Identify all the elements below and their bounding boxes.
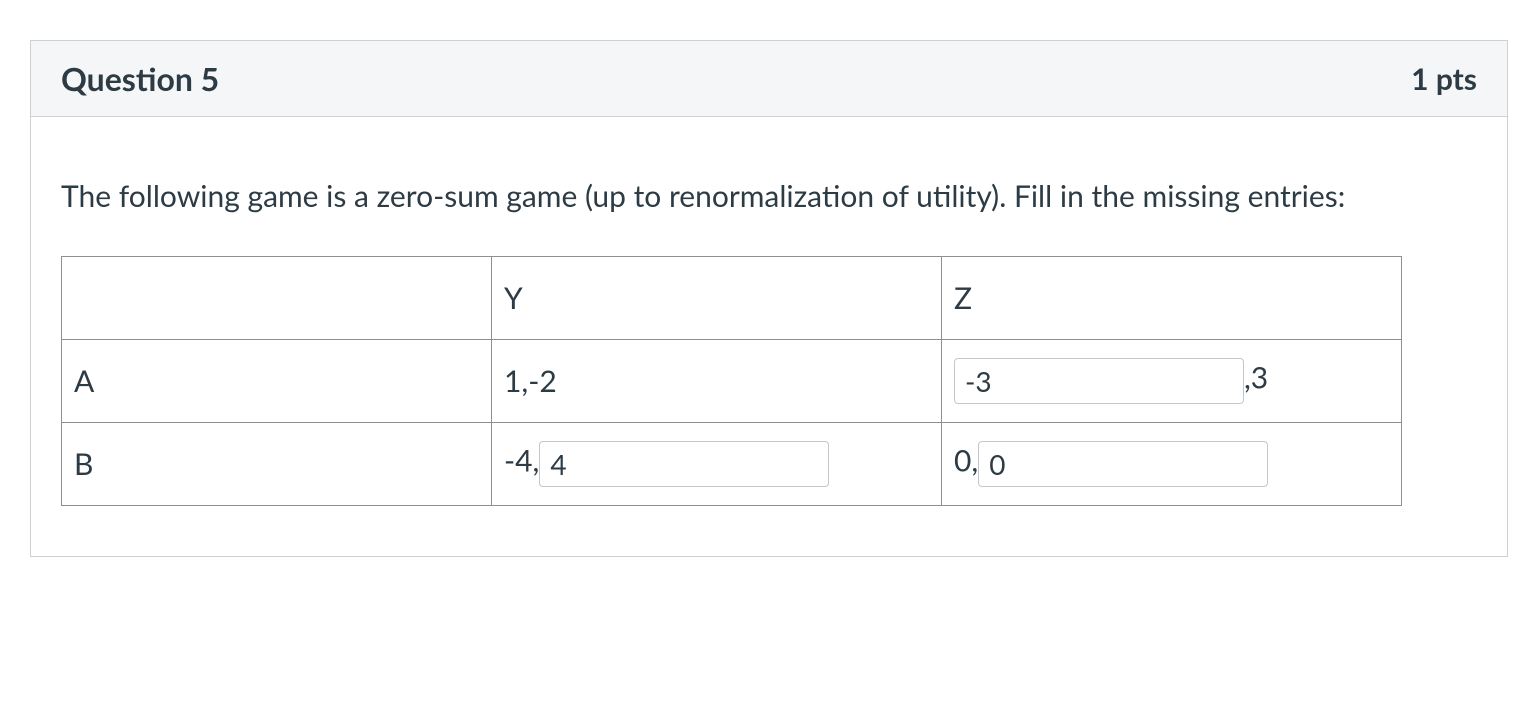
question-card: Question 5 1 pts The following game is a… xyxy=(30,40,1508,557)
cell-a-y: 1,-2 xyxy=(492,340,942,423)
question-prompt: The following game is a zero-sum game (u… xyxy=(61,177,1477,216)
answer-input-a-z[interactable] xyxy=(954,358,1244,404)
cell-b-z: 0, xyxy=(942,423,1402,506)
payoff-table: Y Z A 1,-2 ,3 B -4, 0, xyxy=(61,256,1402,506)
table-header-row: Y Z xyxy=(62,257,1402,340)
answer-input-b-y[interactable] xyxy=(539,441,829,487)
row-header-b: B xyxy=(62,423,492,506)
question-title: Question 5 xyxy=(61,59,219,98)
answer-input-b-z[interactable] xyxy=(978,441,1268,487)
cell-b-z-prefix: 0, xyxy=(954,443,978,479)
question-points: 1 pts xyxy=(1411,61,1477,97)
cell-b-y-prefix: -4, xyxy=(504,443,539,479)
column-header-z: Z xyxy=(942,257,1402,340)
table-corner-cell xyxy=(62,257,492,340)
cell-b-y: -4, xyxy=(492,423,942,506)
table-row: A 1,-2 ,3 xyxy=(62,340,1402,423)
question-body: The following game is a zero-sum game (u… xyxy=(31,117,1507,556)
question-header: Question 5 1 pts xyxy=(31,41,1507,117)
table-row: B -4, 0, xyxy=(62,423,1402,506)
column-header-y: Y xyxy=(492,257,942,340)
cell-a-z: ,3 xyxy=(942,340,1402,423)
cell-a-z-suffix: ,3 xyxy=(1244,360,1268,396)
row-header-a: A xyxy=(62,340,492,423)
